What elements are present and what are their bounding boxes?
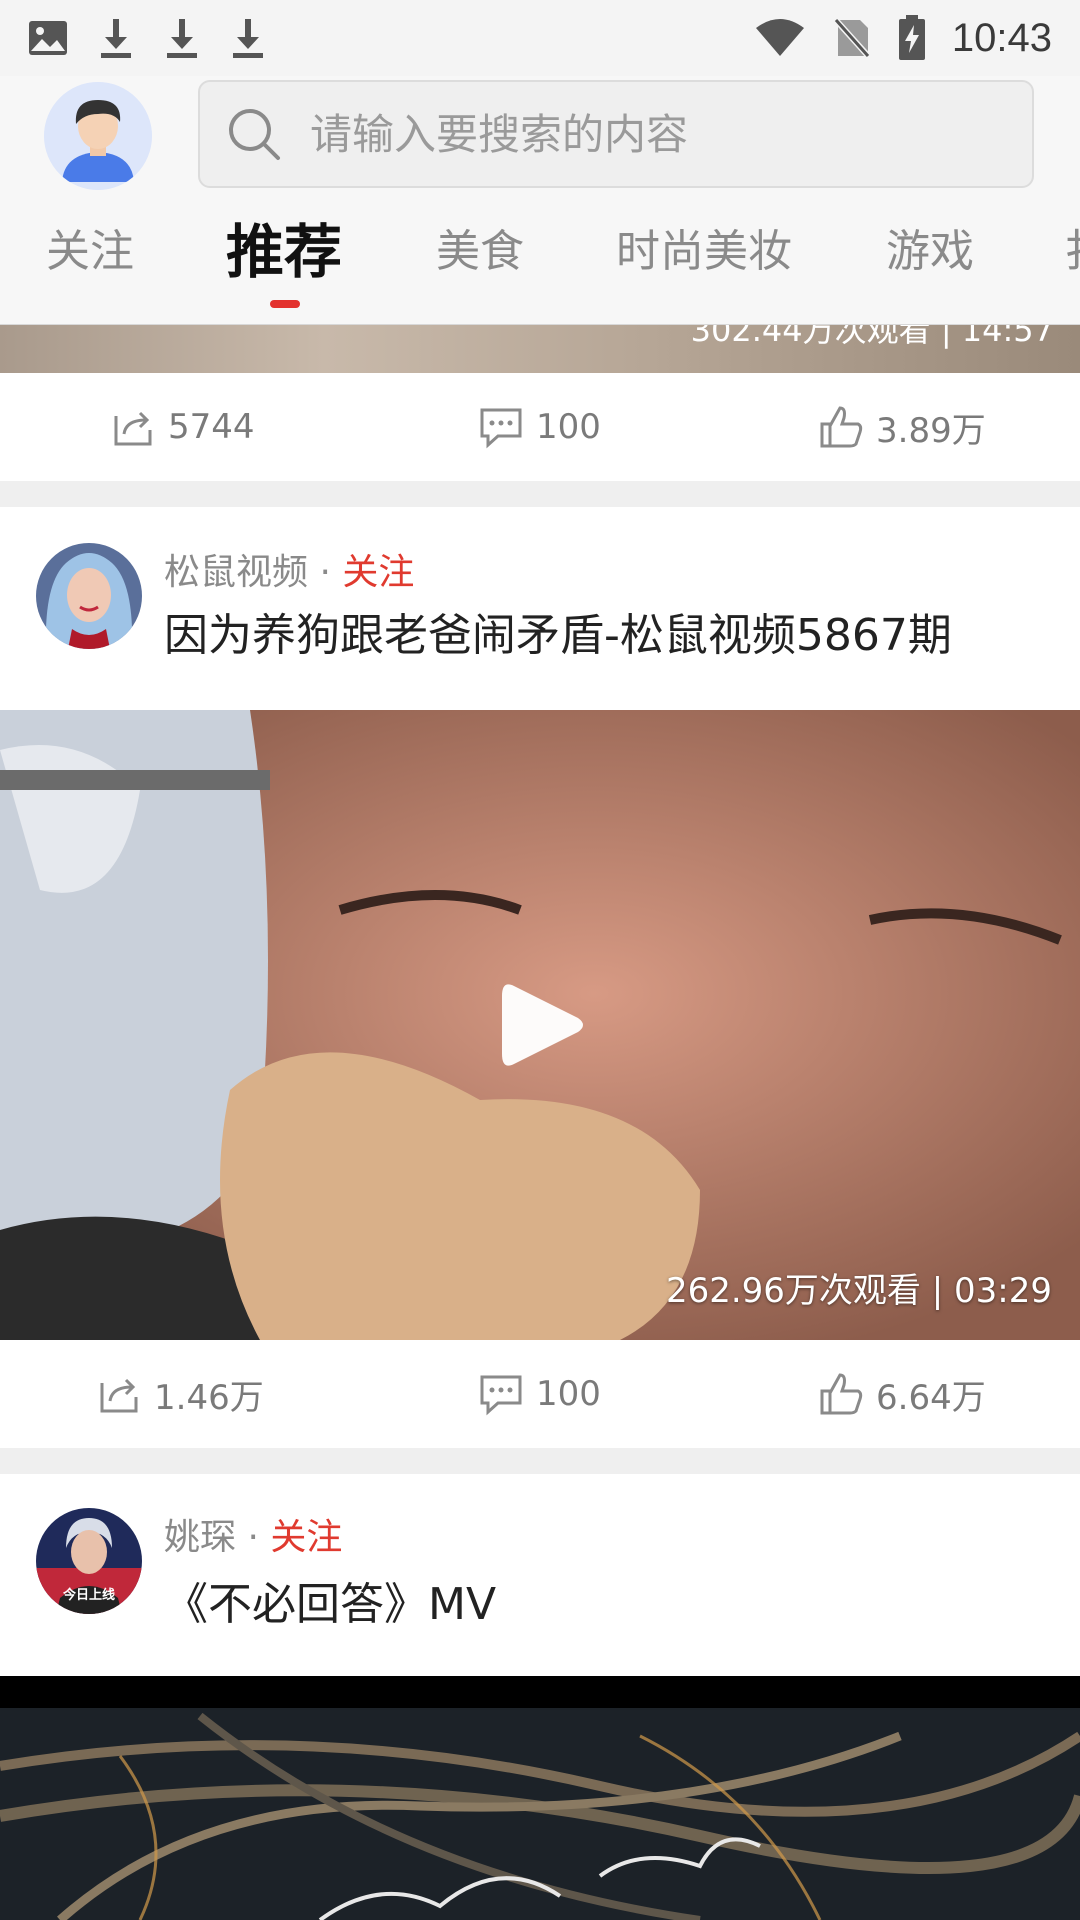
- status-left-icons: [28, 17, 266, 59]
- video-thumbnail-partial[interactable]: 302.44万次观看 | 14:57: [0, 325, 1080, 373]
- share-count: 5744: [168, 407, 255, 447]
- video-player[interactable]: 262.96万次观看 | 03:29: [0, 710, 1080, 1340]
- share-icon: [114, 411, 152, 446]
- download-icon: [233, 19, 263, 58]
- user-avatar-icon: [44, 82, 152, 190]
- comment-button[interactable]: 100: [478, 1371, 601, 1417]
- follow-button[interactable]: 关注: [270, 1517, 342, 1558]
- battery-charging-icon: [898, 15, 925, 60]
- play-icon[interactable]: [500, 980, 586, 1070]
- tab-fashion-makeup[interactable]: 时尚美妆: [616, 214, 792, 290]
- post-meta: 松鼠视频 · 关注: [164, 543, 414, 595]
- comment-icon: [480, 408, 522, 449]
- user-avatar-button[interactable]: [44, 82, 152, 190]
- like-count: 6.64万: [876, 1377, 986, 1418]
- tab-food[interactable]: 美食: [436, 214, 524, 290]
- status-right-icons: 10:43: [754, 15, 1052, 61]
- post-card-header[interactable]: 松鼠视频 · 关注 因为养狗跟老爸闹矛盾-松鼠视频5867期: [0, 507, 1080, 710]
- avatar-caption: 今日上线: [62, 1588, 115, 1603]
- share-count: 1.46万: [154, 1377, 264, 1418]
- wifi-icon: [755, 19, 804, 56]
- search-bar[interactable]: [198, 80, 1034, 188]
- post-card-header[interactable]: 今日上线 姚琛 · 关注 《不必回答》MV: [0, 1474, 1080, 1676]
- status-time: 10:43: [951, 15, 1052, 60]
- comment-count: 100: [536, 1374, 601, 1414]
- tab-more-partial[interactable]: 扌: [1064, 214, 1080, 290]
- category-tabs: 关注 推荐 美食 时尚美妆 游戏 扌: [0, 214, 1080, 314]
- author-avatar[interactable]: 今日上线: [36, 1508, 142, 1614]
- post-title[interactable]: 因为养狗跟老爸闹矛盾-松鼠视频5867期: [164, 599, 952, 663]
- comment-icon: [480, 1375, 522, 1416]
- video-thumbnail: [0, 1676, 1080, 1920]
- action-bar: 5744 100 3.89万: [0, 373, 1080, 481]
- comment-button[interactable]: 100: [478, 404, 601, 450]
- thumbs-up-icon: [820, 406, 863, 448]
- meta-separator: ·: [247, 1517, 259, 1558]
- search-input[interactable]: [282, 81, 1032, 187]
- author-name[interactable]: 松鼠视频: [164, 552, 308, 593]
- no-sim-icon: [831, 16, 872, 60]
- action-bar: 1.46万 100 6.64万: [0, 1340, 1080, 1448]
- download-icon: [101, 19, 131, 58]
- like-button[interactable]: 3.89万: [818, 403, 986, 452]
- share-button[interactable]: 1.46万: [96, 1370, 264, 1419]
- share-icon: [100, 1378, 138, 1413]
- download-icon: [167, 19, 197, 58]
- feed-divider: [0, 481, 1080, 507]
- author-avatar-image: [36, 543, 142, 649]
- thumbs-up-icon: [820, 1373, 863, 1415]
- share-button[interactable]: 5744: [110, 404, 255, 450]
- feed-divider: [0, 1448, 1080, 1474]
- tab-follow[interactable]: 关注: [46, 214, 134, 290]
- video-player[interactable]: [0, 1676, 1080, 1920]
- meta-separator: ·: [319, 552, 331, 593]
- post-meta: 姚琛 · 关注: [164, 1508, 342, 1560]
- image-icon: [29, 21, 67, 55]
- tab-games[interactable]: 游戏: [886, 214, 974, 290]
- comment-count: 100: [536, 407, 601, 447]
- like-button[interactable]: 6.64万: [818, 1370, 986, 1419]
- author-name[interactable]: 姚琛: [164, 1517, 236, 1558]
- post-title[interactable]: 《不必回答》MV: [164, 1568, 496, 1632]
- like-count: 3.89万: [876, 410, 986, 451]
- search-icon: [229, 109, 280, 160]
- app-header: 关注 推荐 美食 时尚美妆 游戏 扌: [0, 76, 1080, 325]
- author-avatar[interactable]: [36, 543, 142, 649]
- tab-recommend[interactable]: 推荐: [226, 214, 342, 290]
- video-stats: 262.96万次观看 | 03:29: [665, 1271, 1052, 1311]
- follow-button[interactable]: 关注: [342, 552, 414, 593]
- active-tab-indicator: [270, 300, 300, 308]
- status-bar: 10:43: [0, 0, 1080, 76]
- video-stats: 302.44万次观看 | 14:57: [690, 325, 1054, 349]
